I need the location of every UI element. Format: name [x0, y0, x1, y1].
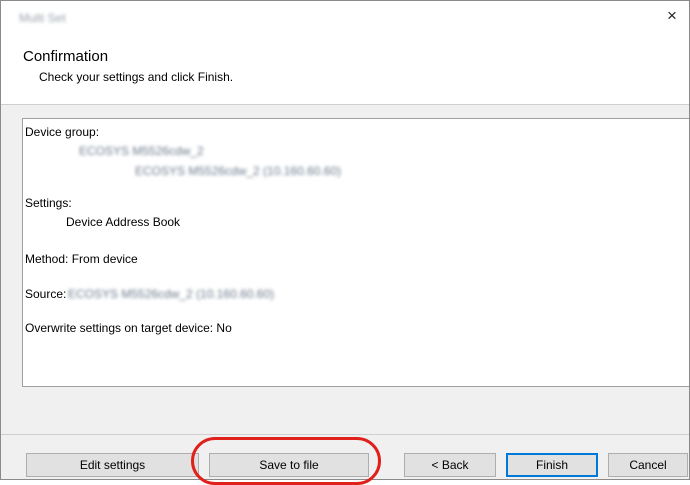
- settings-summary-box[interactable]: Device group: ECOSYS M5526cdw_2 ECOSYS M…: [22, 118, 689, 387]
- source-label: Source:: [25, 287, 67, 301]
- method-text: Method: From device: [25, 252, 138, 266]
- close-icon[interactable]: ×: [655, 1, 689, 32]
- settings-value: Device Address Book: [66, 215, 181, 229]
- cancel-button[interactable]: Cancel: [608, 453, 688, 477]
- device-group-label: Device group:: [25, 125, 100, 139]
- wizard-header: Confirmation Check your settings and cli…: [1, 32, 689, 105]
- source-value: ECOSYS M5526cdw_2 (10.160.60.60): [68, 287, 275, 301]
- back-button[interactable]: < Back: [404, 453, 496, 477]
- device-group-device: ECOSYS M5526cdw_2 (10.160.60.60): [135, 164, 342, 178]
- page-subtitle: Check your settings and click Finish.: [39, 70, 234, 84]
- wizard-window: Multi Set × Confirmation Check your sett…: [0, 0, 690, 480]
- finish-button[interactable]: Finish: [506, 453, 598, 477]
- footer-divider: [1, 434, 689, 435]
- title-bar: Multi Set ×: [1, 1, 689, 32]
- edit-settings-button[interactable]: Edit settings: [26, 453, 199, 477]
- device-group-name: ECOSYS M5526cdw_2: [79, 144, 204, 158]
- window-title: Multi Set: [19, 11, 66, 25]
- page-title: Confirmation: [23, 48, 109, 65]
- save-to-file-button[interactable]: Save to file: [209, 453, 369, 477]
- overwrite-text: Overwrite settings on target device: No: [25, 321, 232, 335]
- settings-label: Settings:: [25, 196, 72, 210]
